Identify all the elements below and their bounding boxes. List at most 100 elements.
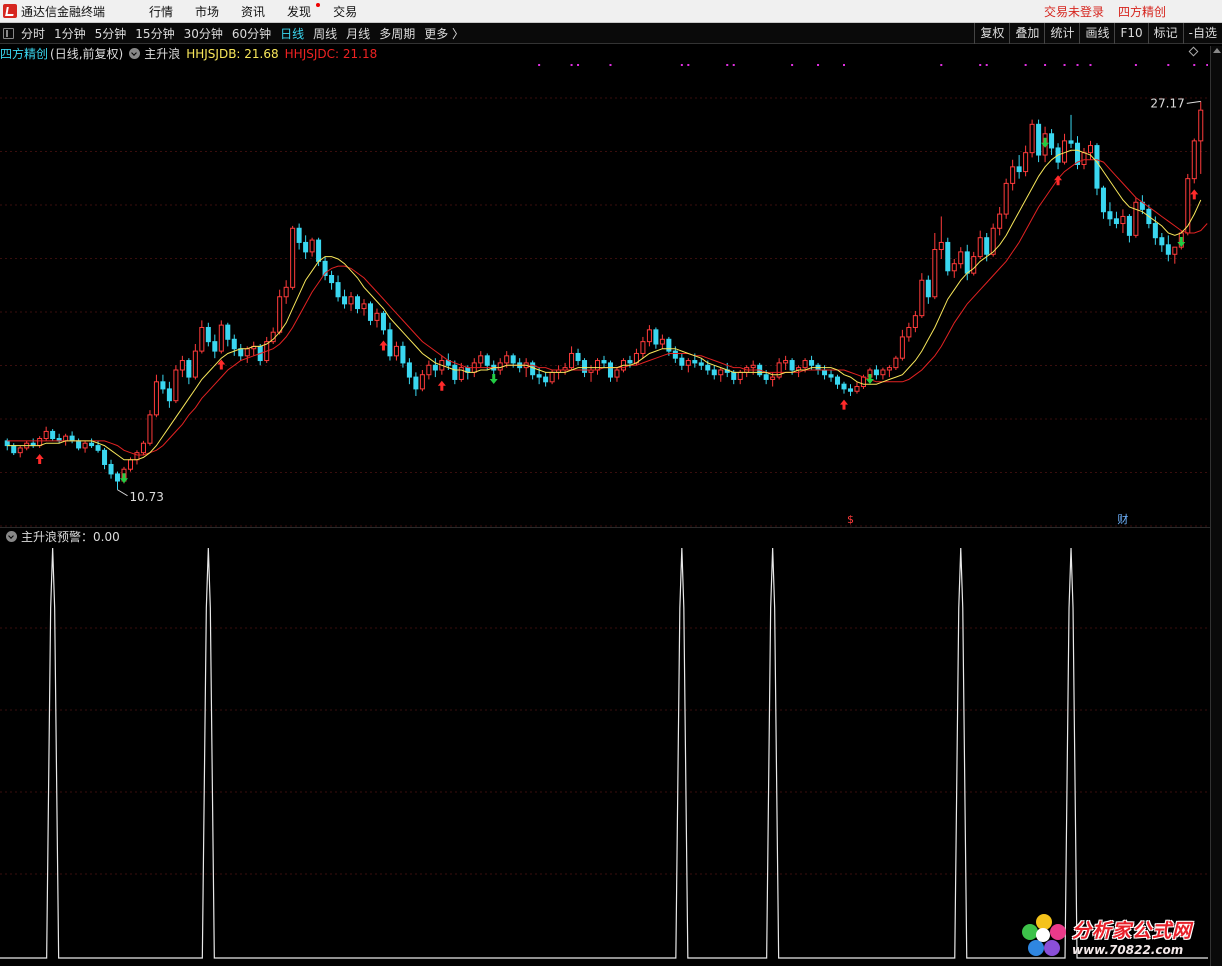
candle-body xyxy=(82,442,88,449)
candle-body xyxy=(1016,166,1022,173)
candle-body xyxy=(802,360,808,369)
hhjsjdc-value: HHJSJDC: 21.18 xyxy=(284,46,378,61)
menu-trade[interactable]: 交易 xyxy=(333,3,357,20)
candlestick-chart[interactable]: 27.1710.73$财跌减预榜 xyxy=(0,62,1208,527)
candle-body xyxy=(582,360,588,373)
candle-body xyxy=(290,227,296,288)
candle-body xyxy=(653,329,659,345)
period-tab-monthly[interactable]: 月线 xyxy=(346,25,370,42)
candle-body xyxy=(809,360,815,366)
candle-body xyxy=(218,324,224,352)
watchlist-button[interactable]: -自选 xyxy=(1182,23,1222,44)
indicator-name[interactable]: 主升浪 xyxy=(144,45,180,62)
app-title: 通达信金融终端 xyxy=(21,4,106,19)
menu-discover[interactable]: 发现 xyxy=(287,2,321,20)
right-scrollbar[interactable] xyxy=(1210,46,1222,966)
period-tab-more[interactable]: 更多 〉 xyxy=(424,25,464,42)
mark-button[interactable]: 标记 xyxy=(1147,23,1183,44)
menu-discover-label: 发现 xyxy=(287,4,312,19)
candle-body xyxy=(964,251,970,274)
candle-body xyxy=(607,362,613,378)
period-tab-60min[interactable]: 60分钟 xyxy=(232,25,271,42)
candle-body xyxy=(925,279,931,298)
signal-dot xyxy=(791,64,794,66)
period-tab-5min[interactable]: 5分钟 xyxy=(95,25,127,42)
petal xyxy=(1036,928,1050,942)
alert-signal-line xyxy=(0,547,1208,959)
candle-body xyxy=(899,336,905,359)
candle-body xyxy=(789,360,795,371)
candle-body xyxy=(348,296,354,305)
candle-body xyxy=(296,227,302,243)
event-label: $ xyxy=(847,513,854,526)
candle-body xyxy=(1087,145,1093,154)
sub-indicator-chart[interactable] xyxy=(0,544,1208,962)
watermark-title: 分析家公式网 xyxy=(1072,919,1193,942)
ma-fast-line xyxy=(7,149,1202,461)
candle-body xyxy=(543,376,549,383)
candle-body xyxy=(380,312,386,331)
f10-button[interactable]: F10 xyxy=(1114,23,1147,44)
signal-dot xyxy=(1167,64,1170,66)
candle-body xyxy=(1010,166,1016,184)
signal-dot xyxy=(577,64,580,66)
candle-body xyxy=(906,326,912,338)
sell-arrow-icon xyxy=(865,373,874,384)
adjust-button[interactable]: 复权 xyxy=(974,23,1009,44)
draw-button[interactable]: 画线 xyxy=(1079,23,1114,44)
indicator-menu-icon[interactable] xyxy=(129,48,141,59)
menu-quotes[interactable]: 行情 xyxy=(149,3,173,20)
candle-body xyxy=(595,360,601,371)
candle-body xyxy=(231,338,237,350)
signal-dot xyxy=(1024,64,1027,66)
candle-body xyxy=(601,360,607,364)
menu-news[interactable]: 资讯 xyxy=(241,3,265,20)
candle-body xyxy=(614,369,620,378)
candle-body xyxy=(484,355,490,366)
candle-body xyxy=(1094,145,1100,189)
candle-body xyxy=(186,360,192,378)
period-tab-15min[interactable]: 15分钟 xyxy=(135,25,174,42)
high-pointer xyxy=(1186,100,1201,104)
candle-body xyxy=(666,338,672,352)
sell-arrow-icon xyxy=(120,473,128,484)
watermark-logo: 分析家公式网 www.70822.com xyxy=(1022,910,1220,962)
sub-indicator-menu-icon[interactable] xyxy=(6,531,17,542)
stats-button[interactable]: 统计 xyxy=(1044,23,1079,44)
low-price-label: 10.73 xyxy=(130,490,164,504)
candle-body xyxy=(478,355,484,364)
period-tab-1min[interactable]: 1分钟 xyxy=(54,25,86,42)
menu-bar: 通达信金融终端 行情 市场 资讯 发现 交易 交易未登录 四方精创 xyxy=(0,0,1222,23)
period-tab-30min[interactable]: 30分钟 xyxy=(184,25,223,42)
pane-divider[interactable] xyxy=(0,527,1210,528)
period-tab-multi[interactable]: 多周期 xyxy=(379,25,415,42)
candle-body xyxy=(37,437,43,447)
login-status-link[interactable]: 交易未登录 xyxy=(1044,3,1104,20)
candle-body xyxy=(89,442,95,447)
candle-body xyxy=(672,350,678,359)
panel-toggle-icon[interactable] xyxy=(3,27,14,39)
candle-body xyxy=(283,286,289,298)
sell-arrow-icon xyxy=(1041,137,1050,148)
overlay-button[interactable]: 叠加 xyxy=(1009,23,1044,44)
candle-body xyxy=(828,374,834,378)
stock-name[interactable]: 四方精创 xyxy=(0,45,48,62)
candle-body xyxy=(1185,178,1191,234)
candle-body xyxy=(860,376,866,388)
candle-body xyxy=(569,352,575,369)
ma-slow-line xyxy=(7,159,1208,456)
scroll-up-icon[interactable] xyxy=(1213,48,1221,53)
signal-dot xyxy=(1044,64,1047,66)
diamond-icon[interactable] xyxy=(1188,46,1199,57)
menu-market[interactable]: 市场 xyxy=(195,3,219,20)
candle-body xyxy=(692,360,698,364)
period-tab-weekly[interactable]: 周线 xyxy=(313,25,337,42)
candle-body xyxy=(76,440,82,449)
account-name[interactable]: 四方精创 xyxy=(1118,3,1166,20)
candle-body xyxy=(1003,182,1009,215)
sub-indicator-info: 主升浪预警：0.00 xyxy=(0,529,120,544)
period-tab-intraday[interactable]: 分时 xyxy=(21,25,45,42)
period-tab-daily[interactable]: 日线 xyxy=(280,25,304,42)
candle-body xyxy=(575,352,581,362)
candle-body xyxy=(659,338,665,345)
